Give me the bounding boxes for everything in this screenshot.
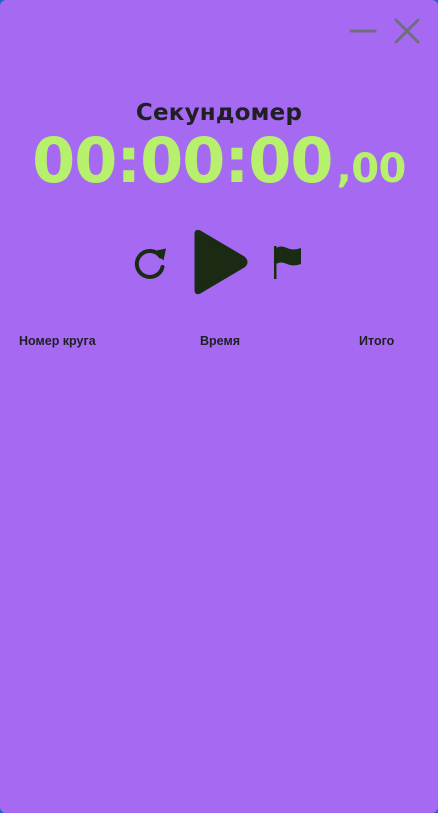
column-header-total: Итого [359,334,395,348]
refresh-icon [134,248,166,279]
time-fraction: ,00 [336,146,407,192]
time-main: 00:00:00 [32,124,333,197]
play-icon [194,229,248,295]
lap-button[interactable] [270,243,306,281]
minimize-button[interactable] [346,14,380,48]
reset-button[interactable] [130,242,170,284]
stopwatch-window: Секундомер 00:00:00,00 Номер круга Время… [0,0,438,813]
close-icon [394,18,420,44]
page-title: Секундомер [135,100,303,126]
flag-icon [274,246,301,279]
minimize-icon [349,29,377,33]
play-button[interactable] [188,228,250,296]
time-display: 00:00:00,00 [0,124,438,197]
column-header-time: Время [200,334,240,348]
column-header-lap-number: Номер круга [19,334,96,348]
lap-list[interactable] [0,360,438,800]
close-button[interactable] [390,14,424,48]
